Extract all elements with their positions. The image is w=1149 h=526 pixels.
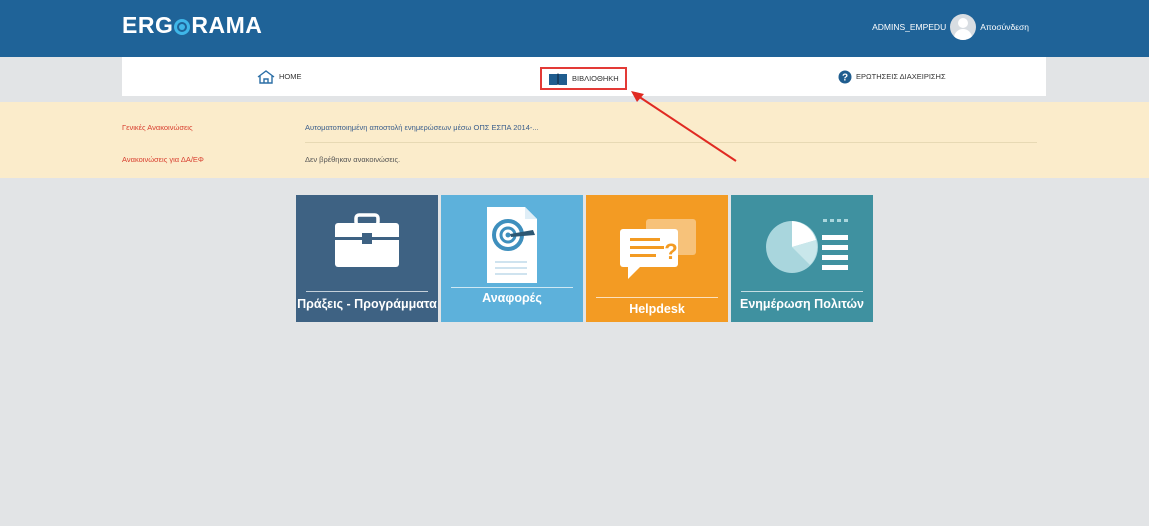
annotation-arrow [631,91,737,162]
